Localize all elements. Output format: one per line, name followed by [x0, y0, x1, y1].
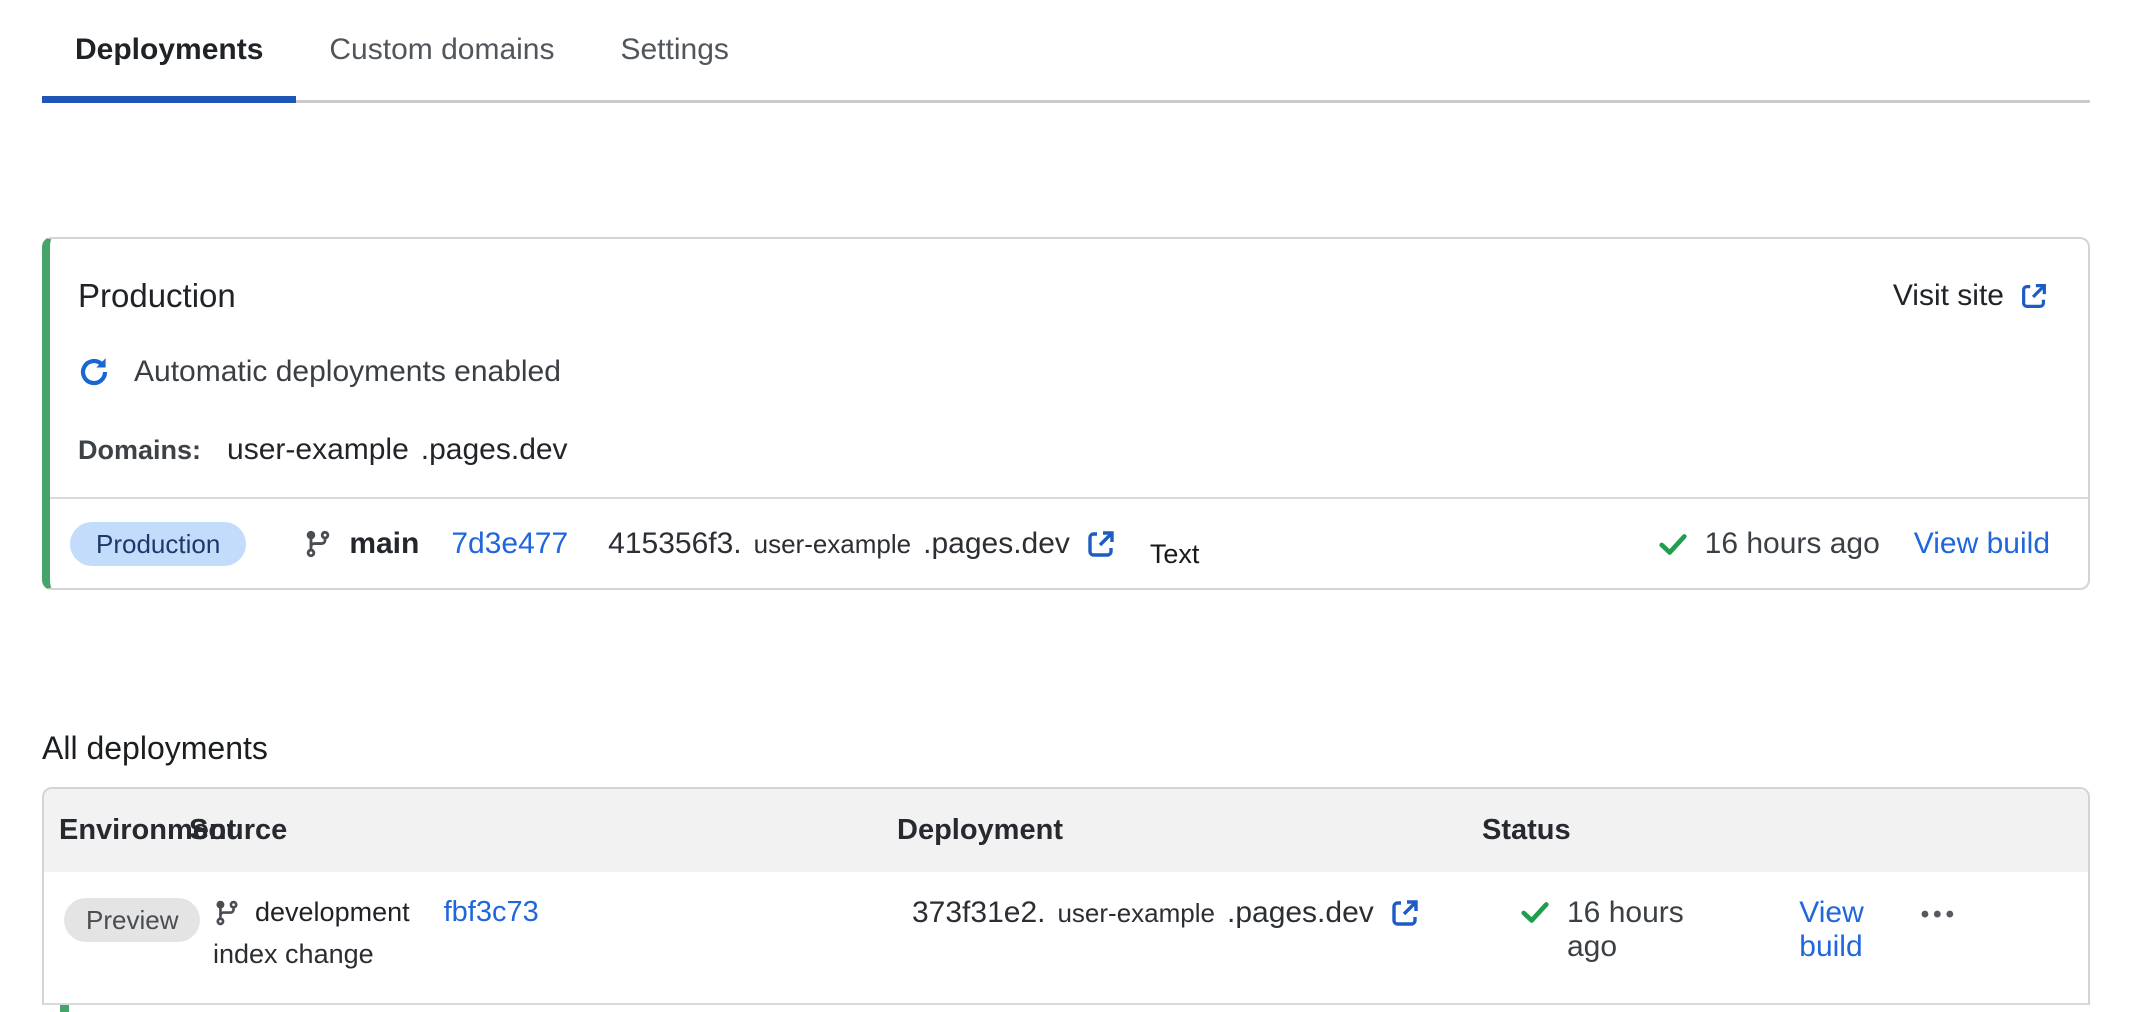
deployment-url: 373f31e2. user-example .pages.dev [889, 896, 1422, 930]
pages-project-deployments-page: Deployments Custom domains Settings Prod… [0, 0, 2132, 1012]
table-row: Preview development fbf3c73 index change… [44, 872, 2088, 1005]
visit-site-label: Visit site [1893, 279, 2004, 313]
status-time: 16 hours ago [1705, 527, 1880, 561]
domains-row: Domains: user-example .pages.dev [78, 433, 2050, 467]
cell-deployment: 373f31e2. user-example .pages.dev [889, 872, 1479, 1003]
git-branch-icon [213, 899, 241, 927]
deployment-url-prefix: 373f31e2. [912, 896, 1045, 930]
domain-name: user-example [227, 433, 409, 467]
tab-deployments[interactable]: Deployments [42, 0, 296, 100]
production-card-title: Production [78, 277, 236, 315]
source-branch-line: development fbf3c73 [189, 896, 889, 929]
tab-custom-domains[interactable]: Custom domains [296, 0, 587, 100]
environment-badge-production: Production [70, 522, 246, 566]
visit-site-link[interactable]: Visit site [1893, 279, 2050, 313]
column-header-status: Status [1479, 814, 2088, 847]
branch-name: development [255, 897, 410, 928]
table-header-row: Environment Source Deployment Status [44, 789, 2088, 872]
auto-deployments-text: Automatic deployments enabled [134, 355, 561, 389]
production-deployment-row: Production main 7d3e477 415356f3. user-e… [50, 499, 2088, 588]
external-link-icon[interactable] [1388, 896, 1422, 930]
production-card-body: Production Visit site [50, 239, 2088, 467]
next-row-green-indicator [60, 1005, 69, 1012]
column-header-source: Source [189, 814, 889, 847]
all-deployments-table: Environment Source Deployment Status Pre… [42, 787, 2090, 1005]
check-icon [1657, 528, 1689, 560]
note-text: Text [1150, 539, 1200, 570]
more-menu-button[interactable]: ••• [1921, 896, 1958, 934]
git-branch-icon [303, 529, 333, 559]
external-link-icon [2018, 280, 2050, 312]
branch-name: main [349, 527, 419, 561]
tab-bar: Deployments Custom domains Settings [42, 0, 2090, 103]
deployment-url: 415356f3. user-example .pages.dev [568, 527, 1070, 561]
deployment-url-name: user-example [754, 529, 912, 560]
cell-status: 16 hours ago View build ••• [1479, 872, 2088, 1003]
commit-link[interactable]: 7d3e477 [451, 527, 568, 561]
tab-custom-domains-label: Custom domains [329, 33, 554, 67]
cell-environment: Preview [44, 872, 189, 1003]
tab-settings-label: Settings [620, 33, 728, 67]
column-header-deployment: Deployment [889, 814, 1479, 847]
view-build-link[interactable]: View build [1799, 896, 1921, 964]
domains-label: Domains: [78, 435, 201, 466]
commit-message: index change [213, 939, 889, 970]
commit-link[interactable]: fbf3c73 [444, 896, 539, 929]
all-deployments-title: All deployments [42, 730, 2132, 767]
status-time: 16 hours ago [1567, 896, 1723, 964]
cell-source: development fbf3c73 index change [189, 872, 889, 1003]
column-header-environment: Environment [44, 814, 189, 847]
tab-deployments-label: Deployments [75, 33, 263, 67]
production-card-title-row: Production Visit site [78, 277, 2050, 315]
auto-deployments-row: Automatic deployments enabled [78, 355, 2050, 389]
environment-badge-preview: Preview [64, 898, 200, 942]
deployment-url-prefix: 415356f3. [608, 527, 741, 561]
deployment-url-suffix: .pages.dev [923, 527, 1070, 561]
deployment-url-suffix: .pages.dev [1227, 896, 1374, 930]
external-link-icon[interactable] [1084, 527, 1118, 561]
tab-settings[interactable]: Settings [587, 0, 761, 100]
deployment-url-name: user-example [1057, 898, 1215, 929]
domain-suffix: .pages.dev [421, 433, 568, 467]
view-build-link[interactable]: View build [1914, 527, 2050, 561]
production-card: Production Visit site [42, 237, 2090, 590]
production-status-group: 16 hours ago View build [1657, 527, 2050, 561]
check-icon [1519, 896, 1551, 928]
refresh-icon [78, 356, 110, 388]
